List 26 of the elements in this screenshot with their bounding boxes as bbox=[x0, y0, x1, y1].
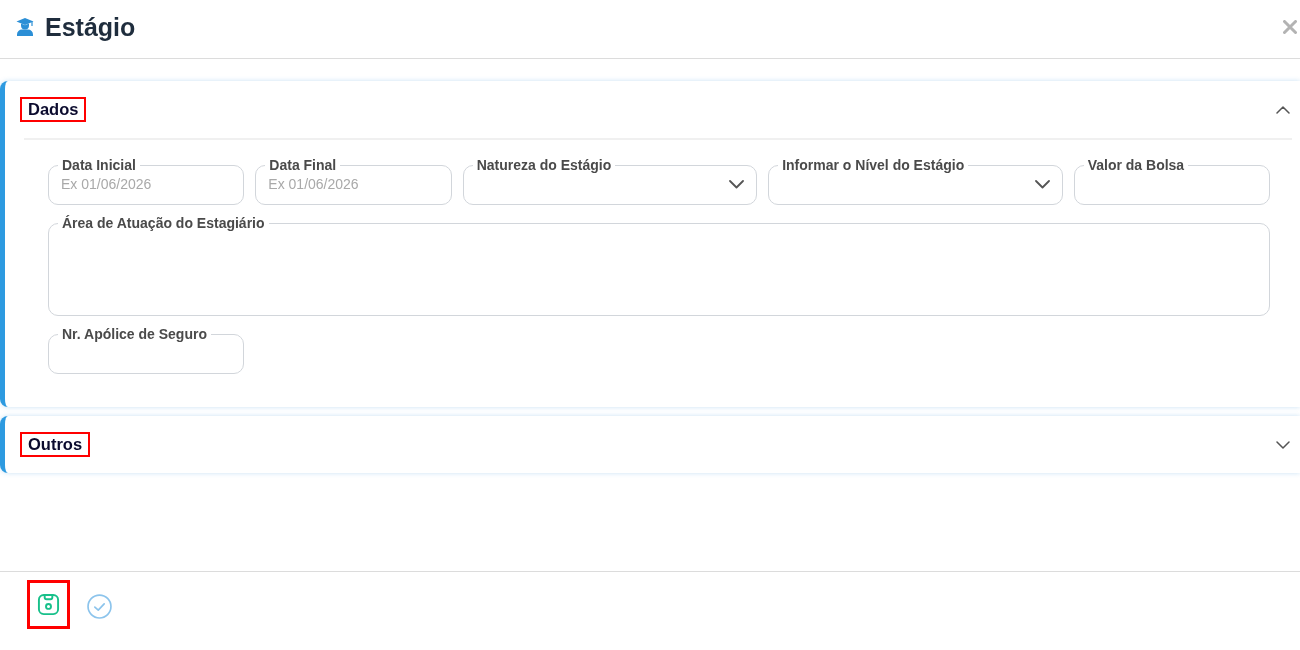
field-label: Nr. Apólice de Seguro bbox=[61, 326, 208, 342]
save-button[interactable] bbox=[27, 580, 70, 629]
section-title[interactable]: Dados bbox=[20, 97, 87, 122]
date-field[interactable]: Data Final Ex 01/06/2026 bbox=[255, 157, 452, 205]
chevron-down-icon bbox=[1034, 179, 1050, 189]
textarea-field[interactable]: Área de Atuação do Estagiário bbox=[48, 215, 1270, 316]
field-label: Área de Atuação do Estagiário bbox=[61, 215, 266, 231]
field-label: Valor da Bolsa bbox=[1086, 157, 1186, 173]
chevron-down-icon bbox=[729, 179, 745, 189]
chevron-up-icon[interactable] bbox=[1276, 105, 1290, 114]
check-circle-icon bbox=[87, 594, 112, 619]
save-icon bbox=[37, 593, 60, 616]
field-label: Natureza do Estágio bbox=[475, 157, 613, 173]
date-field[interactable]: Data Inicial Ex 01/06/2026 bbox=[48, 157, 245, 205]
graduate-icon bbox=[16, 17, 34, 36]
text-field[interactable]: Nr. Apólice de Seguro bbox=[48, 326, 245, 374]
field-label: Informar o Nível do Estágio bbox=[781, 157, 966, 173]
window-title: Estágio bbox=[45, 11, 136, 42]
select-field[interactable]: Informar o Nível do Estágio bbox=[768, 157, 1063, 205]
text-field[interactable]: Valor da Bolsa bbox=[1073, 157, 1270, 205]
field-label: Data Inicial bbox=[61, 157, 137, 173]
section-title[interactable]: Outros bbox=[20, 432, 91, 457]
select-field[interactable]: Natureza do Estágio bbox=[462, 157, 758, 205]
close-icon[interactable] bbox=[1283, 19, 1297, 34]
chevron-down-icon[interactable] bbox=[1276, 440, 1290, 449]
field-label: Data Final bbox=[268, 157, 338, 173]
